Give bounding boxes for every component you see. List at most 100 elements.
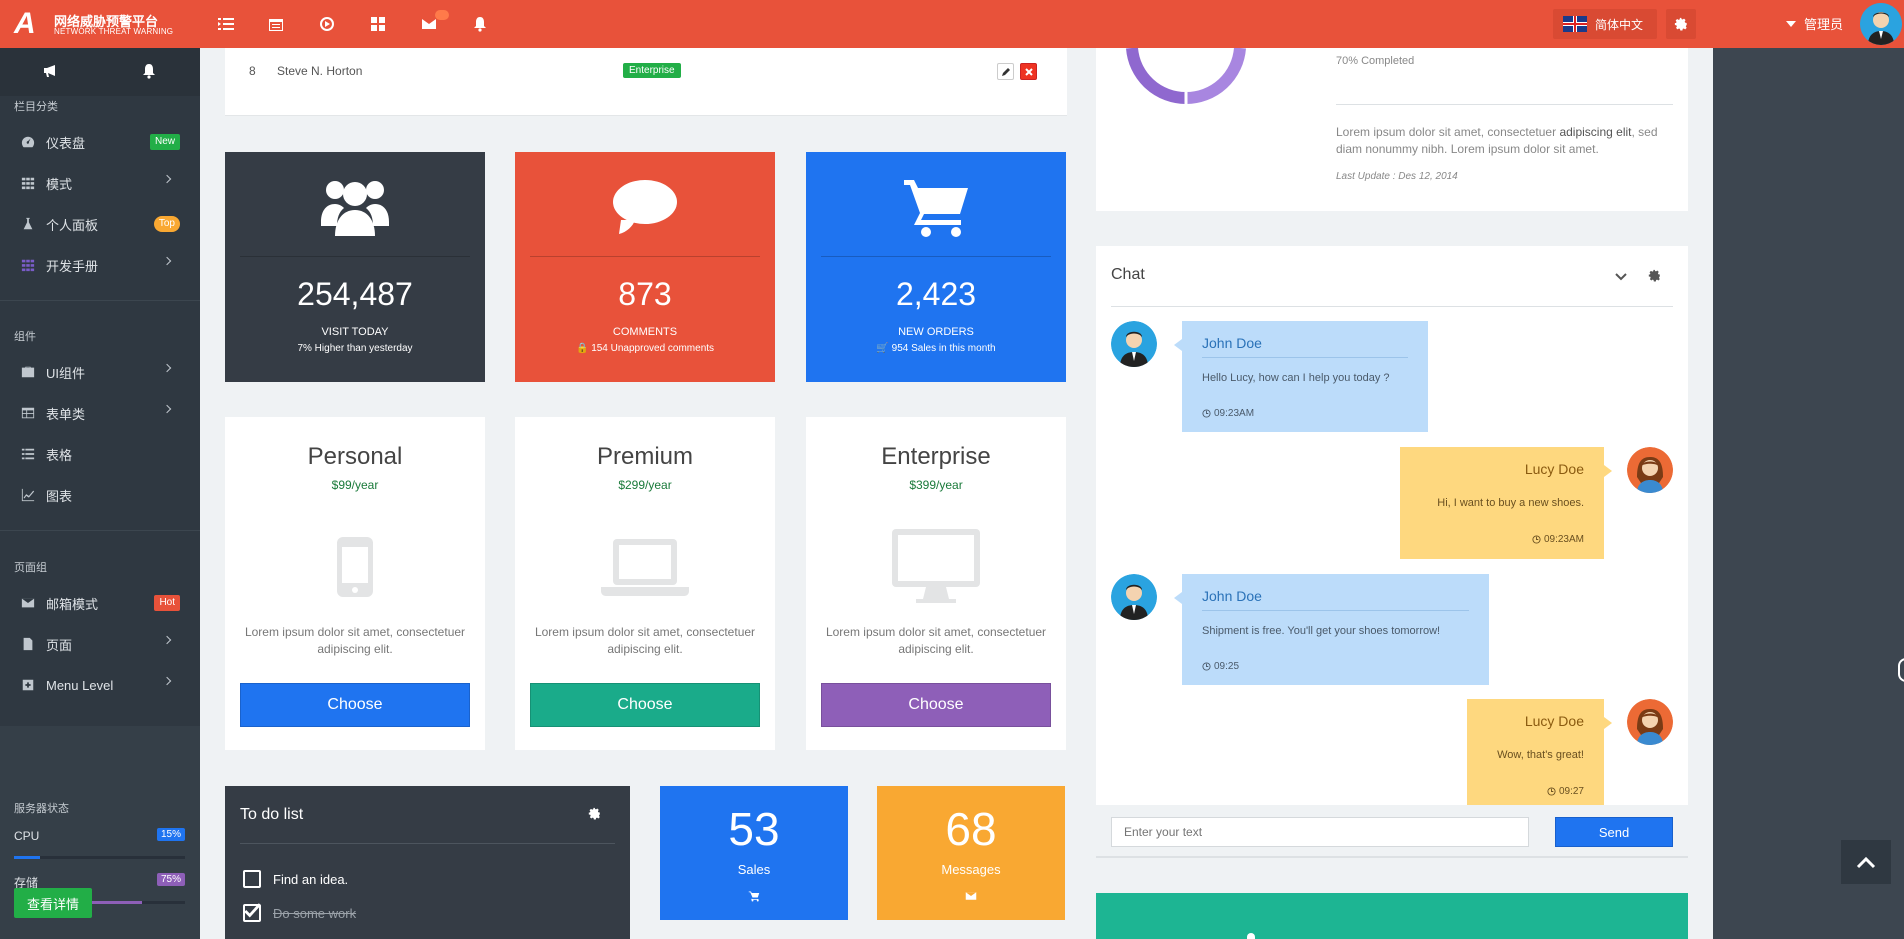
sidebar-item-forms[interactable]: 表单类 bbox=[0, 393, 200, 433]
message-sender: Lucy Doe bbox=[1524, 713, 1584, 729]
chat-message-right: Lucy Doe Hi, I want to buy a new shoes. … bbox=[1400, 447, 1612, 559]
todo-label: Find an idea. bbox=[273, 871, 349, 887]
sidebar-item-label: 仪表盘 bbox=[46, 135, 86, 151]
user-menu[interactable]: 管理员 bbox=[1786, 14, 1843, 33]
progress-panel: 70% Completed Lorem ipsum dolor sit amet… bbox=[1096, 48, 1688, 211]
todo-item[interactable]: Do some work bbox=[243, 903, 356, 922]
pricing-card-enterprise: Enterprise $399/year Lorem ipsum dolor s… bbox=[806, 417, 1066, 750]
language-selector[interactable]: 简体中文 bbox=[1553, 9, 1657, 39]
send-button[interactable]: Send bbox=[1555, 817, 1673, 847]
plan-title: Personal bbox=[307, 443, 403, 470]
checkbox[interactable] bbox=[243, 870, 261, 888]
john-avatar bbox=[1111, 574, 1157, 620]
file-icon bbox=[20, 636, 36, 652]
progress-donut bbox=[1126, 48, 1246, 104]
sidebar-item-label: Menu Level bbox=[46, 677, 114, 693]
sidebar-item-tables[interactable]: 表格 bbox=[0, 434, 200, 474]
green-panel bbox=[1096, 893, 1688, 939]
sidebar-item-label: 图表 bbox=[46, 488, 73, 504]
message-time: 09:23AM bbox=[1202, 408, 1254, 419]
plan-description: Lorem ipsum dolor sit amet, consectetuer… bbox=[244, 625, 466, 656]
user-avatar[interactable] bbox=[1860, 3, 1902, 45]
settings-button[interactable] bbox=[1666, 9, 1696, 39]
section-title: 栏目分类 bbox=[14, 101, 58, 113]
clock-icon bbox=[1547, 787, 1556, 796]
choose-button[interactable]: Choose bbox=[821, 683, 1051, 727]
logo[interactable]: A 网络威胁预警平台 NETWORK THREAT WARNING bbox=[14, 9, 184, 39]
clock-icon bbox=[1202, 409, 1211, 418]
table-icon bbox=[20, 405, 36, 421]
comments-card: 873 COMMENTS 🔒 154 Unapproved comments bbox=[515, 152, 775, 382]
grid-purple-icon bbox=[20, 257, 36, 273]
envelope-icon[interactable] bbox=[419, 10, 449, 34]
sidebar-item-mailbox[interactable]: 邮箱模式 Hot bbox=[0, 583, 200, 623]
chevron-down-icon[interactable] bbox=[1615, 272, 1627, 282]
bell-icon[interactable] bbox=[470, 14, 490, 34]
comments-sub: 🔒 154 Unapproved comments bbox=[575, 343, 715, 354]
message-text: Wow, that's great! bbox=[1497, 749, 1584, 761]
calendar-icon[interactable] bbox=[266, 14, 286, 34]
chat-input[interactable] bbox=[1111, 817, 1529, 847]
message-text: Shipment is free. You'll get your shoes … bbox=[1202, 625, 1441, 637]
page-background-right bbox=[1713, 48, 1904, 939]
chevron-right-icon bbox=[162, 174, 172, 184]
sidebar-item-dev-manual[interactable]: 开发手册 bbox=[0, 245, 200, 285]
row-number: 8 bbox=[249, 64, 256, 78]
chevron-right-icon bbox=[162, 404, 172, 414]
choose-button[interactable]: Choose bbox=[530, 683, 760, 727]
checkbox-checked[interactable] bbox=[243, 903, 261, 922]
table-row: 8 Steve N. Horton Enterprise bbox=[225, 48, 1067, 116]
todo-item[interactable]: Find an idea. bbox=[243, 870, 348, 888]
scroll-handle[interactable] bbox=[1898, 658, 1904, 682]
uk-flag-icon bbox=[1563, 16, 1587, 32]
message-time: 09:27 bbox=[1547, 786, 1584, 797]
orders-value: 2,423 bbox=[895, 276, 977, 312]
sidebar-item-charts[interactable]: 图表 bbox=[0, 475, 200, 515]
list-indent-icon[interactable] bbox=[216, 14, 236, 34]
sales-value: 53 bbox=[728, 803, 780, 855]
view-details-button[interactable]: 查看详情 bbox=[14, 888, 92, 918]
edit-button[interactable] bbox=[997, 63, 1014, 80]
chevron-right-icon bbox=[162, 635, 172, 645]
sidebar-item-ui[interactable]: UI组件 bbox=[0, 352, 200, 392]
choose-button[interactable]: Choose bbox=[240, 683, 470, 727]
lucy-avatar bbox=[1627, 447, 1673, 493]
pencil-icon bbox=[1001, 67, 1010, 76]
visits-card: 254,487 VISIT TODAY 7% Higher than yeste… bbox=[225, 152, 485, 382]
sidebar-item-pages[interactable]: 页面 bbox=[0, 624, 200, 664]
gear-icon[interactable] bbox=[588, 807, 602, 821]
logo-letter: A bbox=[14, 7, 36, 40]
sidebar-item-menu-level[interactable]: Menu Level bbox=[0, 665, 200, 705]
app-subtitle: NETWORK THREAT WARNING bbox=[54, 27, 174, 36]
sidebar-item-mode[interactable]: 模式 bbox=[0, 163, 200, 203]
sidebar-item-label: 表单类 bbox=[46, 406, 86, 422]
gear-icon[interactable] bbox=[1648, 269, 1661, 282]
top-navbar: A 网络威胁预警平台 NETWORK THREAT WARNING 简体中文 管… bbox=[0, 0, 1904, 48]
sidebar-item-dashboard[interactable]: 仪表盘 New bbox=[0, 122, 200, 162]
message-time: 09:23AM bbox=[1532, 534, 1584, 545]
message-sender: John Doe bbox=[1202, 588, 1262, 604]
divider bbox=[1336, 104, 1673, 105]
arrow-circle-icon[interactable] bbox=[317, 14, 337, 34]
language-label: 简体中文 bbox=[1595, 17, 1644, 32]
megaphone-icon[interactable] bbox=[42, 63, 60, 81]
plus-square-icon bbox=[20, 677, 36, 693]
plan-description: Lorem ipsum dolor sit amet, consectetuer… bbox=[825, 625, 1047, 656]
plan-price: $99/year bbox=[331, 478, 379, 492]
hot-badge: Hot bbox=[154, 595, 180, 611]
bell-icon[interactable] bbox=[141, 63, 159, 81]
scroll-to-top-button[interactable] bbox=[1841, 840, 1891, 884]
delete-button[interactable] bbox=[1020, 63, 1037, 80]
sidebar-tabs bbox=[0, 48, 200, 96]
chevron-right-icon bbox=[162, 363, 172, 373]
visits-label: VISIT TODAY bbox=[321, 326, 389, 338]
flask-icon bbox=[20, 216, 36, 232]
comments-value: 873 bbox=[618, 276, 672, 312]
sidebar-item-label: 个人面板 bbox=[46, 217, 99, 233]
clock-icon bbox=[1202, 662, 1211, 671]
comments-label: COMMENTS bbox=[612, 326, 678, 338]
sidebar-item-label: 页面 bbox=[46, 637, 73, 653]
sidebar-item-personal-panel[interactable]: 个人面板 Top bbox=[0, 204, 200, 244]
grid-icon[interactable] bbox=[368, 14, 388, 34]
message-text: Hi, I want to buy a new shoes. bbox=[1437, 497, 1584, 509]
